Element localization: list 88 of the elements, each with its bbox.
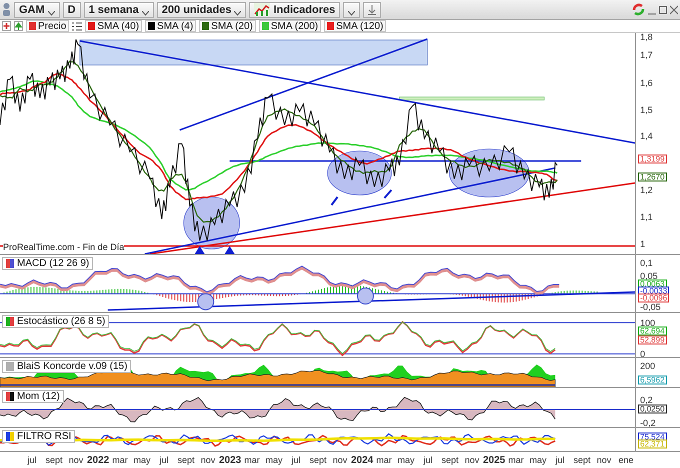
axis-label: may [264,455,284,465]
indicator-icon [6,362,14,371]
axis-label: sept [440,455,460,465]
axis-label: 100 [640,318,656,328]
legend-item[interactable]: SMA (200) [258,20,322,32]
indicator-title[interactable]: Estocástico (26 8 5) [2,315,110,328]
axis-label: jul [290,455,302,465]
axis-label: 1,1 [640,212,653,222]
axis-label: sept [572,455,592,465]
axis-label: nov [332,455,348,465]
axis-label: ene [617,455,635,465]
axis-label: sept [44,455,64,465]
value-label: -0,0096 [638,294,670,303]
axis-label: mar [507,455,525,465]
axis-label: 1,7 [640,50,653,60]
triangle-icon [194,246,205,254]
axis-label: jul [554,455,566,465]
indicator-icon [6,392,14,401]
axis-label: nov [464,455,480,465]
add-icon[interactable] [2,21,11,31]
axis-label: jul [158,455,170,465]
refresh-icon[interactable] [632,3,645,16]
download-icon [368,4,376,14]
axis-label: 0 [640,348,646,359]
indicator-icon [6,317,14,326]
highlight-circle [356,288,374,305]
indicator-title[interactable]: BlaiS Koncorde v.09 (15) [2,360,132,373]
daily-button[interactable]: D [62,2,81,18]
axis-label: 1,2 [640,185,653,196]
indicator-title[interactable]: FILTRO RSI [2,430,76,443]
axis-label: nov [200,455,216,465]
axis-label: sept [176,455,196,465]
list-icon[interactable] [72,22,82,30]
export-button[interactable] [363,2,382,18]
axis-label: 0,2 [640,394,653,405]
user-icon[interactable] [2,2,11,17]
indicator-title[interactable]: Mom (12) [2,390,64,403]
axis-label: 2025 [483,454,505,466]
axis-label: mar [111,455,129,465]
value-label: 0,0250 [638,404,667,414]
axis-label: may [132,455,152,465]
axis-label: may [396,455,416,465]
indicator-icon [6,259,14,268]
axis-label: 1 [640,239,646,250]
value-label: 62,371 [638,440,667,449]
legend-item[interactable]: SMA (120) [324,20,386,32]
legend-item[interactable]: Precio [26,20,70,32]
axis-label: 2024 [351,454,373,466]
value-label: 6,5962 [638,376,667,385]
tree-icon[interactable] [14,21,23,31]
highlight-ellipse [183,196,240,250]
legend-item[interactable]: SMA (20) [199,20,256,32]
maximize-icon[interactable] [659,4,667,14]
close-icon[interactable] [670,4,678,14]
legend-item[interactable]: SMA (4) [145,20,196,32]
axis-label: 200 [640,360,656,371]
axis-label: 2022 [87,454,109,466]
axis-label: nov [68,455,84,465]
axis-label: 2023 [219,454,241,466]
axis-label: -0,2 [640,418,656,428]
axis-label: jul [26,455,38,465]
chart-icon [254,3,270,16]
axis-label: 1,8 [640,32,653,42]
axis-label: 1,5 [640,104,653,115]
indicators-dropdown[interactable] [343,2,360,18]
highlight-circle [197,293,214,310]
value-label: 1,2670 [638,172,667,182]
axis-label: mar [243,455,261,465]
axis-label: 0,05 [640,271,658,282]
value-label: 52,899 [638,336,667,345]
legend-item[interactable]: SMA (40) [85,20,142,32]
value-label: 62,694 [638,326,667,336]
value-label: 1,3199 [638,154,667,164]
triangle-icon [224,246,235,254]
indicators-button[interactable]: Indicadores [249,2,340,18]
axis-label: nov [596,455,612,465]
axis-label: jul [422,455,434,465]
axis-label: may [528,455,548,465]
axis-label: mar [375,455,393,465]
axis-label: 1,6 [640,78,653,88]
axis-label: -0,05 [640,302,661,312]
axis-label: 1,4 [640,131,653,142]
axis-label: 0,1 [640,258,653,268]
indicator-title[interactable]: MACD (12 26 9) [2,257,94,270]
source-label: ProRealTime.com - Fin de Día [3,242,124,252]
highlight-ellipse [327,150,392,196]
axis-label: sept [308,455,328,465]
indicator-icon [6,432,14,441]
